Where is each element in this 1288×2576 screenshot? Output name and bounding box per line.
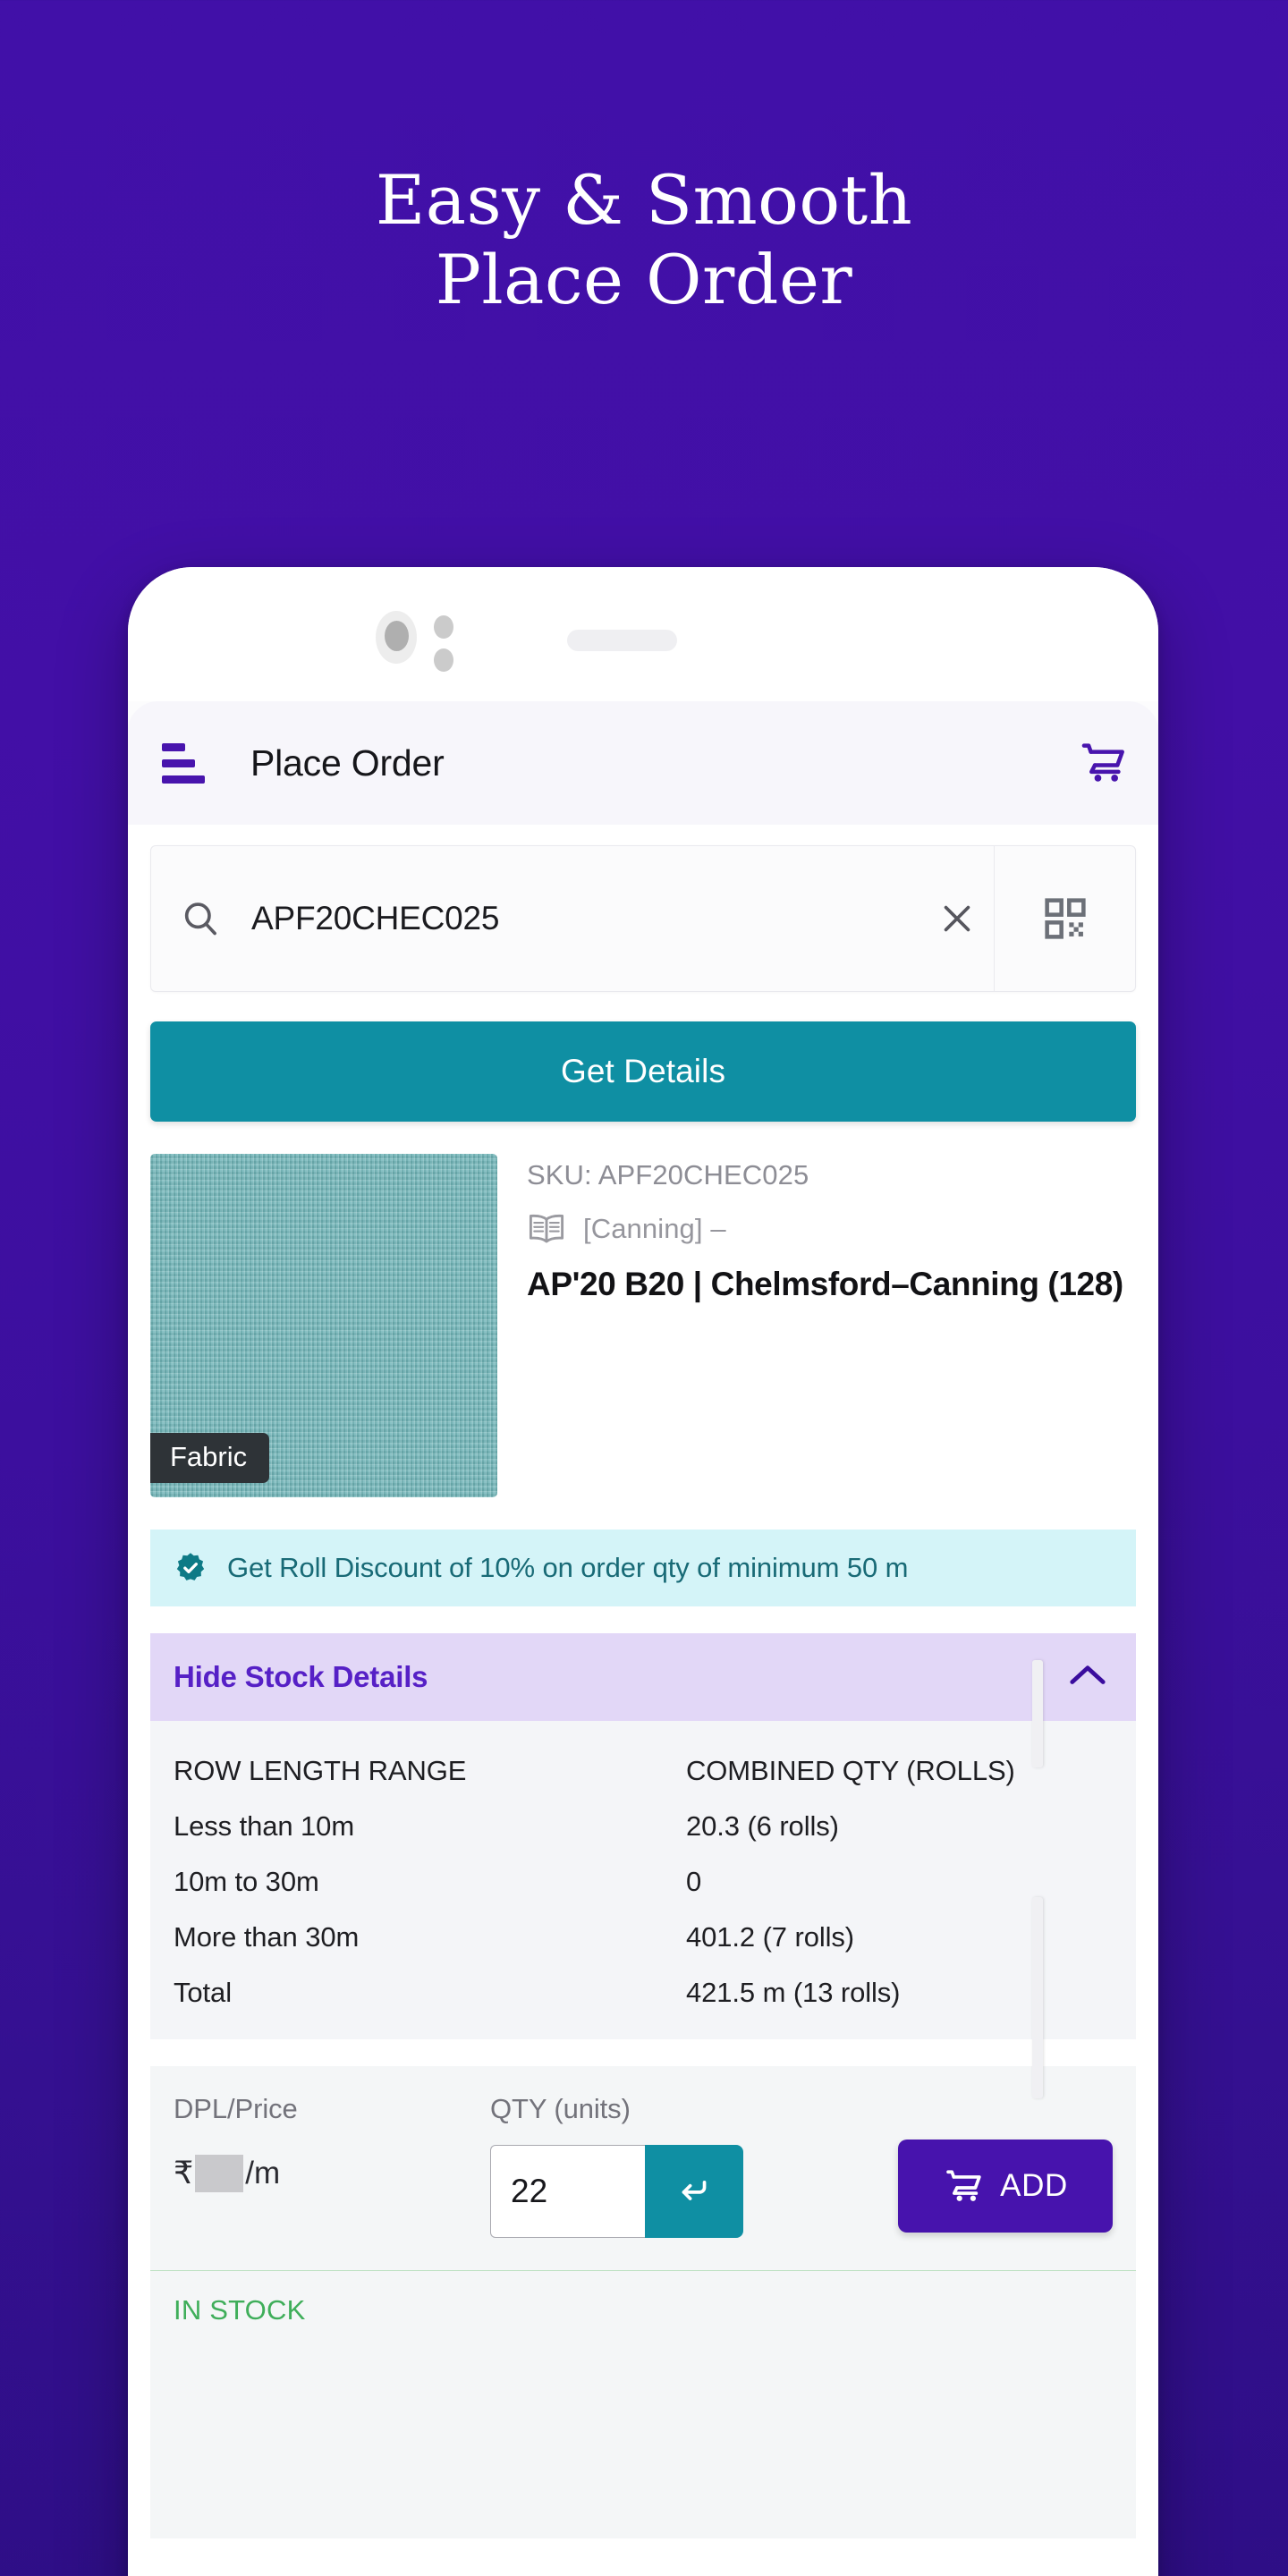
qr-code-icon — [1044, 898, 1086, 939]
search-bar — [150, 845, 1136, 992]
verified-badge-icon — [176, 1553, 205, 1580]
phone-status-strip — [128, 567, 1158, 701]
table-row: Less than 10m 20.3 (6 rolls) — [150, 1810, 1136, 1843]
quantity-label: QTY (units) — [490, 2093, 631, 2124]
front-camera-lens-icon — [385, 621, 409, 651]
search-field-container — [151, 846, 920, 991]
page-title: Place Order — [250, 741, 445, 784]
price-column: DPL/Price ₹ /m — [174, 2093, 490, 2192]
enter-key-icon — [682, 2181, 707, 2200]
sensor-dot-icon — [434, 648, 453, 672]
price-redacted-block — [195, 2155, 244, 2192]
currency-symbol: ₹ — [174, 2156, 194, 2190]
quantity-stepper — [490, 2145, 866, 2238]
cell-qty: 20.3 (6 rolls) — [686, 1810, 839, 1842]
app-screen: Get Details Fabric SKU: APF20CHEC025 — [128, 825, 1158, 2576]
cell-range: 10m to 30m — [174, 1866, 319, 1897]
stock-status-section: IN STOCK — [150, 2270, 1136, 2538]
stock-details-table: ROW LENGTH RANGE COMBINED QTY (ROLLS) Le… — [150, 1721, 1136, 2039]
product-collection-row: [Canning] – — [527, 1213, 1136, 1245]
add-to-cart-label: ADD — [1000, 2168, 1068, 2203]
headline-line-1: Easy & Smooth — [375, 160, 913, 240]
add-column: ADD — [898, 2093, 1113, 2233]
table-row: Total 421.5 m (13 rolls) — [150, 1977, 1136, 2009]
price-unit: /m — [245, 2156, 281, 2190]
product-collection: [Canning] – — [583, 1213, 726, 1244]
roll-discount-banner: Get Roll Discount of 10% on order qty of… — [150, 1530, 1136, 1606]
cell-qty: 0 — [686, 1866, 702, 1897]
add-to-cart-button[interactable]: ADD — [898, 2140, 1113, 2233]
earpiece-speaker — [567, 630, 677, 651]
column-header-range: ROW LENGTH RANGE — [174, 1755, 467, 1786]
quantity-column: QTY (units) — [490, 2093, 866, 2238]
cell-qty: 401.2 (7 rolls) — [686, 1921, 855, 1953]
clear-search-button[interactable] — [920, 846, 994, 991]
scan-qr-button[interactable] — [994, 846, 1135, 991]
roll-discount-text: Get Roll Discount of 10% on order qty of… — [227, 1552, 909, 1583]
product-details: SKU: APF20CHEC025 [Canning] – AP'20 B20 … — [497, 1154, 1136, 1303]
cell-range: Less than 10m — [174, 1810, 355, 1842]
shopping-cart-icon — [946, 2170, 981, 2201]
product-card: Fabric SKU: APF20CHEC025 [Canning] – AP'… — [150, 1154, 1136, 1497]
cell-qty: 421.5 m (13 rolls) — [686, 1977, 901, 2008]
promo-headline: Easy & Smooth Place Order — [0, 160, 1288, 320]
price-value: ₹ /m — [174, 2155, 490, 2192]
phone-volume-button — [1032, 1660, 1043, 1767]
table-row: More than 30m 401.2 (7 rolls) — [150, 1921, 1136, 1953]
status-badge: IN STOCK — [174, 2294, 306, 2326]
table-row: 10m to 30m 0 — [150, 1866, 1136, 1898]
phone-power-button — [1032, 1897, 1043, 2098]
phone-mockup: Place Order APF20CHEC025 Get Details Fab… — [128, 567, 1158, 2576]
quantity-confirm-button[interactable] — [645, 2145, 743, 2238]
product-sku: SKU: APF20CHEC025 — [527, 1159, 809, 1191]
shopping-cart-icon — [1081, 743, 1124, 782]
product-title: AP'20 B20 | Chelmsford–Canning (128) — [527, 1266, 1123, 1302]
toggle-stock-details-label: Hide Stock Details — [174, 1660, 428, 1693]
cart-button[interactable] — [1078, 739, 1130, 787]
swatch-type-badge: Fabric — [150, 1433, 270, 1483]
order-controls: DPL/Price ₹ /m QTY (units) 22 ADD — [150, 2066, 1136, 2270]
open-book-icon — [529, 1214, 564, 1243]
search-icon — [184, 902, 216, 936]
hamburger-menu-icon[interactable] — [162, 742, 208, 784]
chevron-up-icon — [1068, 1663, 1107, 1692]
search-input[interactable] — [221, 900, 894, 937]
close-icon — [944, 905, 970, 932]
fabric-swatch-image: Fabric — [150, 1154, 497, 1497]
quantity-input[interactable] — [490, 2145, 645, 2238]
price-label: DPL/Price — [174, 2093, 298, 2124]
get-details-button[interactable]: Get Details — [150, 1021, 1136, 1122]
sensor-dot-icon — [434, 615, 453, 639]
app-bar: Place Order — [128, 701, 1158, 825]
toggle-stock-details-button[interactable]: Hide Stock Details — [150, 1633, 1136, 1721]
cell-range: Total — [174, 1977, 232, 2008]
column-header-qty: COMBINED QTY (ROLLS) — [686, 1755, 1015, 1786]
table-header-row: ROW LENGTH RANGE COMBINED QTY (ROLLS) — [150, 1755, 1136, 1787]
headline-line-2: Place Order — [435, 239, 853, 319]
cell-range: More than 30m — [174, 1921, 360, 1953]
